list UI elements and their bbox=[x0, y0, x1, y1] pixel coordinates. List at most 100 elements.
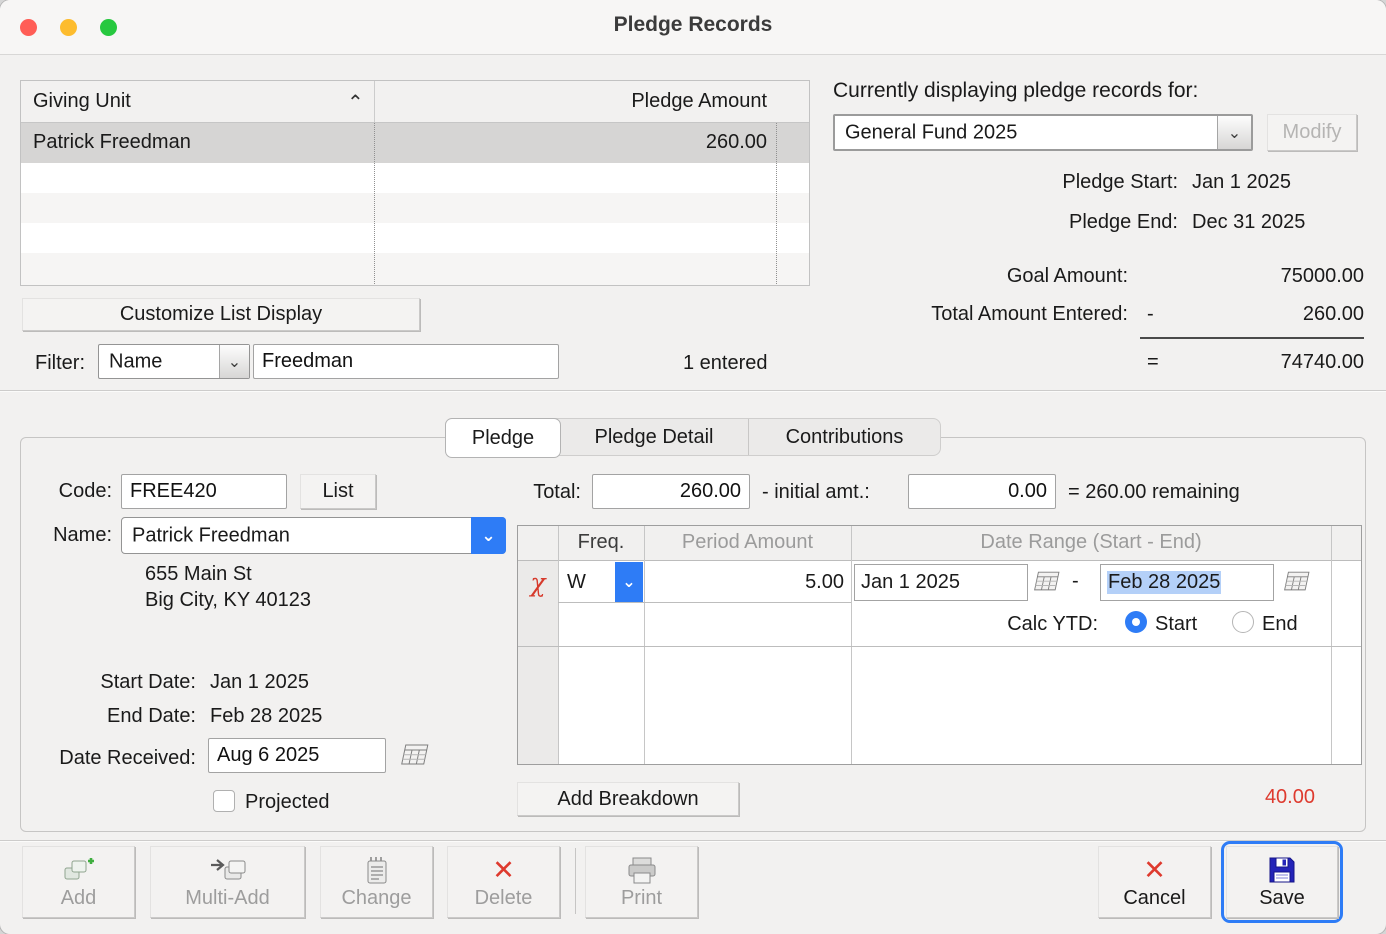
save-button-focus-ring: Save bbox=[1221, 841, 1343, 923]
remaining-text: = 260.00 remaining bbox=[1068, 481, 1240, 504]
row-divider bbox=[518, 646, 1361, 647]
date-range-separator: - bbox=[1072, 570, 1079, 593]
pledge-end-value: Dec 31 2025 bbox=[1192, 211, 1305, 234]
change-button[interactable]: Change bbox=[320, 846, 433, 918]
column-header-date-range: Date Range (Start - End) bbox=[851, 531, 1331, 554]
name-combo[interactable]: Patrick Freedman ⌄ bbox=[121, 517, 506, 554]
calendar-icon[interactable] bbox=[1033, 571, 1061, 598]
save-button-label: Save bbox=[1227, 887, 1337, 910]
giving-unit-table-header: Giving Unit ⌃ Pledge Amount bbox=[21, 81, 809, 123]
date-range-end-input[interactable]: Feb 28 2025 bbox=[1100, 564, 1274, 601]
frequency-value: W bbox=[559, 562, 615, 602]
pledge-amount-value: 260.00 bbox=[706, 131, 767, 154]
calendar-icon[interactable] bbox=[400, 744, 430, 772]
pledge-start-value: Jan 1 2025 bbox=[1192, 171, 1291, 194]
delete-button-label: Delete bbox=[448, 887, 559, 910]
goal-amount-value: 75000.00 bbox=[1281, 265, 1364, 288]
add-button[interactable]: Add bbox=[22, 846, 135, 918]
list-button[interactable]: List bbox=[300, 474, 376, 509]
print-icon bbox=[586, 847, 697, 887]
fund-select-value: General Fund 2025 bbox=[845, 121, 1017, 144]
breakdown-table: Freq. Period Amount Date Range (Start - … bbox=[517, 525, 1362, 765]
print-button[interactable]: Print bbox=[585, 846, 698, 918]
filter-field-value: Name bbox=[109, 350, 162, 373]
calc-ytd-end-label: End bbox=[1262, 613, 1298, 636]
tab-contributions[interactable]: Contributions bbox=[748, 419, 940, 455]
column-header-pledge-amount[interactable]: Pledge Amount bbox=[631, 90, 767, 113]
date-range-start-input[interactable]: Jan 1 2025 bbox=[854, 564, 1028, 601]
calc-ytd-label: Calc YTD: bbox=[938, 613, 1098, 636]
save-icon bbox=[1227, 847, 1337, 887]
multi-add-icon bbox=[151, 847, 304, 887]
total-label: Total: bbox=[505, 481, 581, 504]
end-date-value: Feb 28 2025 bbox=[210, 705, 322, 728]
pledge-end-label: Pledge End: bbox=[1069, 211, 1178, 234]
tab-pledge[interactable]: Pledge bbox=[445, 418, 561, 458]
column-header-freq: Freq. bbox=[558, 531, 644, 554]
section-divider bbox=[0, 390, 1386, 391]
fund-select[interactable]: General Fund 2025 ⌄ bbox=[833, 114, 1253, 151]
save-button[interactable]: Save bbox=[1226, 846, 1338, 918]
add-breakdown-button[interactable]: Add Breakdown bbox=[517, 782, 739, 816]
add-button-label: Add bbox=[23, 887, 134, 910]
date-received-label: Date Received: bbox=[20, 747, 196, 770]
column-divider bbox=[374, 81, 375, 122]
chevron-down-icon: ⌄ bbox=[219, 345, 249, 378]
calendar-icon[interactable] bbox=[1283, 571, 1311, 598]
initial-amount-input[interactable] bbox=[908, 474, 1056, 509]
delete-icon: ✕ bbox=[448, 847, 559, 887]
chevron-down-icon: ⌄ bbox=[471, 517, 506, 554]
calc-ytd-end-radio[interactable] bbox=[1232, 611, 1254, 633]
change-icon bbox=[321, 847, 432, 887]
filter-input[interactable] bbox=[253, 344, 559, 379]
code-input[interactable] bbox=[121, 474, 287, 509]
projected-checkbox[interactable] bbox=[213, 790, 235, 812]
tab-pledge-detail[interactable]: Pledge Detail bbox=[560, 419, 748, 455]
calc-ytd-start-label: Start bbox=[1155, 613, 1197, 636]
goal-amount-label: Goal Amount: bbox=[1007, 265, 1128, 288]
projected-label: Projected bbox=[245, 791, 330, 814]
address-line-2: Big City, KY 40123 bbox=[145, 589, 311, 612]
date-range-start-value: Jan 1 2025 bbox=[861, 571, 960, 594]
modify-button[interactable]: Modify bbox=[1267, 114, 1357, 151]
table-row-selected[interactable]: Patrick Freedman 260.00 bbox=[21, 123, 809, 163]
column-divider bbox=[1331, 526, 1332, 764]
minus-operator: - bbox=[1147, 303, 1154, 326]
date-received-input[interactable] bbox=[208, 738, 386, 773]
cancel-button-label: Cancel bbox=[1099, 887, 1210, 910]
giving-unit-table: Giving Unit ⌃ Pledge Amount Patrick Free… bbox=[20, 80, 810, 286]
column-divider-dotted bbox=[374, 123, 375, 284]
column-divider bbox=[851, 526, 852, 764]
total-entered-label: Total Amount Entered: bbox=[931, 303, 1128, 326]
name-label: Name: bbox=[20, 524, 112, 547]
total-input[interactable] bbox=[592, 474, 750, 509]
end-date-label: End Date: bbox=[20, 705, 196, 728]
filter-field-select[interactable]: Name ⌄ bbox=[98, 344, 250, 379]
cancel-button[interactable]: ✕ Cancel bbox=[1098, 846, 1211, 918]
cell-divider bbox=[558, 602, 851, 603]
delete-button[interactable]: ✕ Delete bbox=[447, 846, 560, 918]
giving-unit-name: Patrick Freedman bbox=[33, 131, 191, 154]
pledge-records-window: Pledge Records Giving Unit ⌃ Pledge Amou… bbox=[0, 0, 1386, 934]
column-divider bbox=[644, 526, 645, 764]
address-line-1: 655 Main St bbox=[145, 563, 252, 586]
code-label: Code: bbox=[20, 480, 112, 503]
table-row-empty bbox=[21, 223, 809, 253]
name-combo-value: Patrick Freedman bbox=[132, 524, 290, 547]
period-amount-cell[interactable]: 5.00 bbox=[648, 571, 844, 594]
delete-row-icon[interactable]: χ bbox=[518, 568, 558, 597]
multi-add-button[interactable]: Multi-Add bbox=[150, 846, 305, 918]
chevron-down-icon: ⌄ bbox=[1217, 116, 1251, 149]
date-range-end-value: Feb 28 2025 bbox=[1107, 571, 1221, 594]
initial-amount-label: - initial amt.: bbox=[762, 481, 870, 504]
calc-ytd-start-radio[interactable] bbox=[1125, 611, 1147, 633]
cancel-icon: ✕ bbox=[1099, 847, 1210, 887]
chevron-down-icon: ⌄ bbox=[615, 562, 643, 602]
frequency-combo[interactable]: W ⌄ bbox=[559, 562, 643, 602]
start-date-label: Start Date: bbox=[20, 671, 196, 694]
table-row-empty bbox=[21, 253, 809, 285]
customize-list-display-button[interactable]: Customize List Display bbox=[22, 298, 420, 331]
column-header-giving-unit[interactable]: Giving Unit bbox=[33, 90, 131, 113]
sort-ascending-icon[interactable]: ⌃ bbox=[347, 90, 364, 115]
add-icon bbox=[23, 847, 134, 887]
